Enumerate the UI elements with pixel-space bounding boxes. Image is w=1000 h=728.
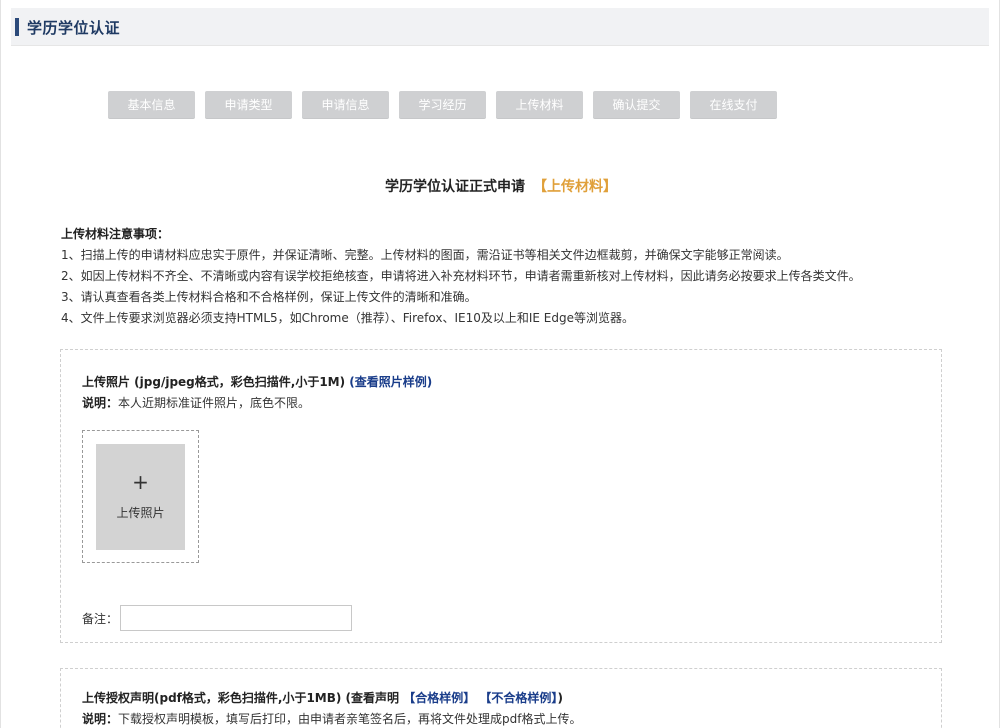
header-accent-bar <box>15 18 19 36</box>
notice-title: 上传材料注意事项： <box>61 227 170 241</box>
photo-upload-title-text: 上传照片 (jpg/jpeg格式，彩色扫描件,小于1M) <box>82 375 346 389</box>
step-nav: 基本信息 申请类型 申请信息 学习经历 上传材料 确认提交 在线支付 <box>108 91 777 119</box>
step-application-type[interactable]: 申请类型 <box>205 91 292 119</box>
step-application-info[interactable]: 申请信息 <box>302 91 389 119</box>
upload-photo-button[interactable]: + 上传照片 <box>96 444 185 550</box>
remark-input[interactable] <box>120 605 352 631</box>
page-frame: 学历学位认证 基本信息 申请类型 申请信息 学习经历 上传材料 确认提交 在线支… <box>0 0 1000 728</box>
notice-item: 2、如因上传材料不齐全、不清晰或内容有误学校拒绝核查，申请将进入补充材料环节，申… <box>61 269 861 283</box>
authorization-upload-desc: 说明：下载授权声明模板，填写后打印，由申请者亲笔签名后，再将文件处理成pdf格式… <box>82 710 581 727</box>
authorization-desc-text: 下载授权声明模板，填写后打印，由申请者亲笔签名后，再将文件处理成pdf格式上传。 <box>118 712 582 726</box>
plus-icon: + <box>132 470 149 494</box>
notice-item: 1、扫描上传的申请材料应忠实于原件，并保证清晰、完整。上传材料的图面，需沿证书等… <box>61 248 789 262</box>
authorization-title-end: ) <box>557 691 563 705</box>
photo-upload-desc: 说明：本人近期标准证件照片，底色不限。 <box>82 394 310 411</box>
authorization-upload-title: 上传授权声明(pdf格式，彩色扫描件,小于1MB) (查看声明 【合格样例】 【… <box>82 689 563 706</box>
photo-upload-section: 上传照片 (jpg/jpeg格式，彩色扫描件,小于1M) (查看照片样例) 说明… <box>60 349 942 643</box>
step-basic-info[interactable]: 基本信息 <box>108 91 195 119</box>
photo-upload-title: 上传照片 (jpg/jpeg格式，彩色扫描件,小于1M) (查看照片样例) <box>82 373 432 390</box>
view-photo-sample-link[interactable]: (查看照片样例) <box>349 375 432 389</box>
authorization-title-text: 上传授权声明(pdf格式，彩色扫描件,小于1MB) (查看声明 <box>82 691 400 705</box>
form-heading-highlight: 【上传材料】 <box>533 179 617 195</box>
form-heading: 学历学位认证正式申请 【上传材料】 <box>1 176 1000 196</box>
photo-desc-label: 说明： <box>82 396 119 410</box>
upload-notice: 上传材料注意事项： 1、扫描上传的申请材料应忠实于原件，并保证清晰、完整。上传材… <box>61 224 941 329</box>
unqualified-sample-link[interactable]: 【不合格样例】 <box>479 691 557 705</box>
authorization-upload-section: 上传授权声明(pdf格式，彩色扫描件,小于1MB) (查看声明 【合格样例】 【… <box>60 668 942 728</box>
form-heading-text: 学历学位认证正式申请 <box>385 179 525 195</box>
photo-dropzone: + 上传照片 <box>82 430 199 563</box>
notice-item: 3、请认真查看各类上传材料合格和不合格样例，保证上传文件的清晰和准确。 <box>61 290 477 304</box>
step-study-history[interactable]: 学习经历 <box>399 91 486 119</box>
authorization-desc-label: 说明： <box>82 712 119 726</box>
page-header: 学历学位认证 <box>11 8 989 46</box>
page-title: 学历学位认证 <box>27 19 121 37</box>
notice-item: 4、文件上传要求浏览器必须支持HTML5，如Chrome（推荐）、Firefox… <box>61 311 634 325</box>
step-upload-materials[interactable]: 上传材料 <box>496 91 583 119</box>
qualified-sample-link[interactable]: 【合格样例】 <box>403 691 475 705</box>
upload-photo-label: 上传照片 <box>116 506 165 520</box>
remark-label: 备注： <box>82 612 119 626</box>
step-confirm-submit[interactable]: 确认提交 <box>593 91 680 119</box>
photo-desc-text: 本人近期标准证件照片，底色不限。 <box>118 396 311 410</box>
step-online-payment[interactable]: 在线支付 <box>690 91 777 119</box>
